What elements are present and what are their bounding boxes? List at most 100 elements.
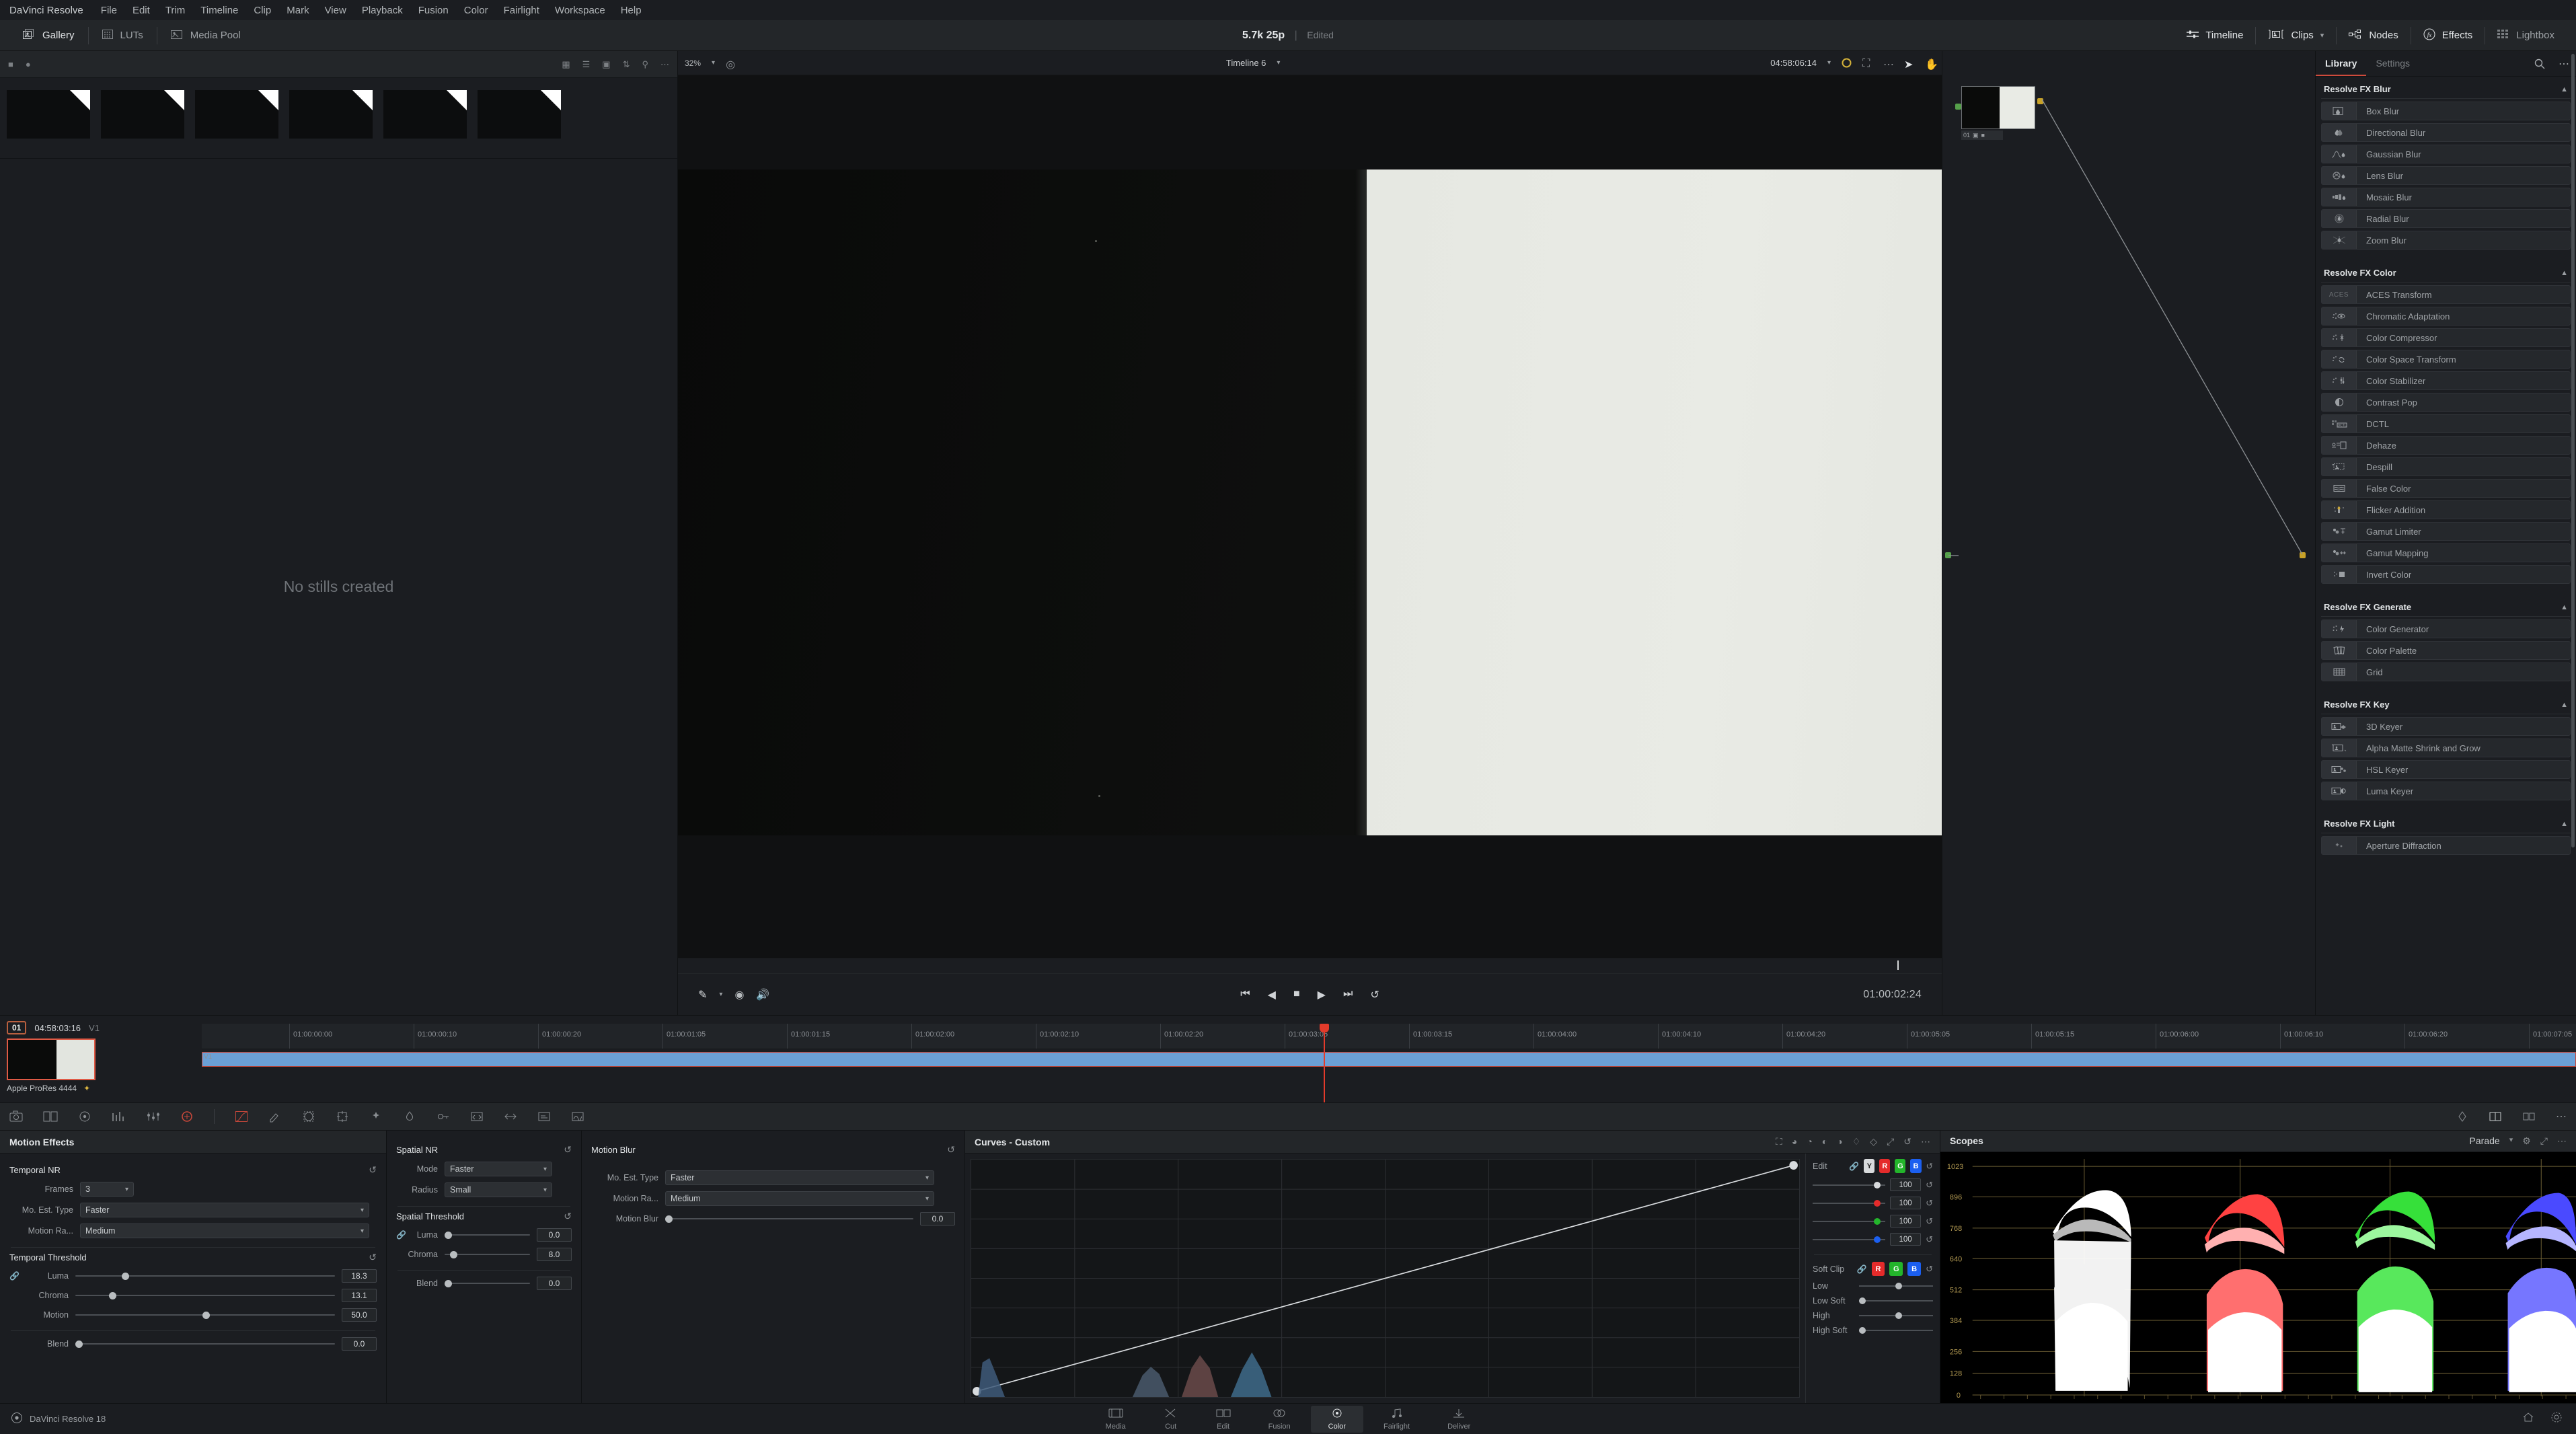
pen-chevron-icon[interactable]: ▾ bbox=[719, 991, 722, 998]
sat-vs-lum-icon[interactable]: ◇ bbox=[1870, 1136, 1877, 1147]
reset-icon[interactable]: ↺ bbox=[564, 1144, 572, 1156]
scopes-more-icon[interactable]: ⋯ bbox=[2557, 1135, 2567, 1147]
fullscreen-icon[interactable]: ⛶ bbox=[1862, 58, 1872, 69]
tab-library[interactable]: Library bbox=[2316, 51, 2367, 76]
chroma-slider[interactable] bbox=[75, 1290, 335, 1301]
channel-g-slider[interactable] bbox=[1813, 1217, 1886, 1226]
scope-display[interactable]: 1023 896 768 640 512 384 256 128 0 bbox=[1940, 1152, 2576, 1403]
clips-toggle-button[interactable]: Clips ▾ bbox=[2256, 20, 2336, 51]
menu-view[interactable]: View bbox=[325, 5, 346, 16]
scopes-icon[interactable] bbox=[571, 1110, 584, 1123]
toolbar-more-icon[interactable]: ⋯ bbox=[2556, 1110, 2567, 1123]
luma-slider[interactable] bbox=[75, 1271, 335, 1281]
channel-r-value[interactable]: 100 bbox=[1890, 1197, 1922, 1209]
blend-value[interactable]: 0.0 bbox=[537, 1277, 572, 1290]
effect-invert-color[interactable]: Invert Color bbox=[2321, 565, 2571, 584]
effect-grid[interactable]: Grid bbox=[2321, 663, 2571, 681]
clip-thumbnail[interactable] bbox=[7, 1039, 96, 1080]
hand-tool-icon[interactable]: ✋ bbox=[1925, 58, 1938, 71]
channel-chip-b[interactable]: B bbox=[1910, 1159, 1922, 1173]
motion-blur-value[interactable]: 0.0 bbox=[920, 1212, 955, 1225]
qualifier-icon[interactable] bbox=[268, 1110, 282, 1123]
luma-value[interactable]: 0.0 bbox=[537, 1228, 572, 1242]
effect-lens-blur[interactable]: Lens Blur bbox=[2321, 166, 2571, 185]
menu-color[interactable]: Color bbox=[464, 5, 488, 16]
timeline-ruler[interactable]: 01:00:00:00 01:00:00:10 01:00:00:20 01:0… bbox=[202, 1024, 2576, 1049]
effect-color-stabilizer[interactable]: Color Stabilizer bbox=[2321, 371, 2571, 390]
effect-false-color[interactable]: False Color bbox=[2321, 479, 2571, 498]
motion-slider[interactable] bbox=[75, 1310, 335, 1320]
effect-alpha-matte-shrink-grow[interactable]: Alpha Matte Shrink and Grow bbox=[2321, 739, 2571, 757]
timeline-chevron-icon[interactable]: ▾ bbox=[1277, 59, 1280, 67]
luts-button[interactable]: LUTs bbox=[89, 20, 157, 51]
luma-slider[interactable] bbox=[445, 1230, 530, 1240]
soft-clip-chip-r[interactable]: R bbox=[1871, 1262, 1885, 1276]
link-icon[interactable]: 🔗 bbox=[1857, 1265, 1867, 1274]
camera-raw-icon[interactable] bbox=[9, 1110, 23, 1123]
zoom-chevron-icon[interactable]: ▾ bbox=[712, 59, 715, 67]
menu-clip[interactable]: Clip bbox=[254, 5, 271, 16]
channel-g-value[interactable]: 100 bbox=[1890, 1215, 1922, 1228]
sizing-icon[interactable] bbox=[470, 1110, 484, 1123]
soft-clip-high-soft-slider[interactable] bbox=[1859, 1326, 1933, 1335]
data-burn-icon[interactable] bbox=[537, 1110, 551, 1123]
gallery-view-icon[interactable]: ▦ bbox=[562, 59, 570, 70]
blend-slider[interactable] bbox=[75, 1338, 335, 1349]
media-pool-button[interactable]: Media Pool bbox=[157, 20, 254, 51]
play-icon[interactable]: ▶ bbox=[1318, 988, 1326, 1002]
menu-fusion[interactable]: Fusion bbox=[418, 5, 449, 16]
frames-select[interactable]: 3 ▾ bbox=[80, 1182, 134, 1197]
effect-dehaze[interactable]: Dehaze bbox=[2321, 436, 2571, 455]
stabilizer-icon[interactable] bbox=[504, 1110, 517, 1123]
pin-icon[interactable]: ■ bbox=[8, 59, 13, 69]
reset-icon[interactable]: ↺ bbox=[1903, 1136, 1911, 1147]
effect-despill[interactable]: Despill bbox=[2321, 457, 2571, 476]
viewer-scrub-playhead[interactable] bbox=[1897, 960, 1899, 970]
channel-r-slider[interactable] bbox=[1813, 1199, 1886, 1208]
effects-scrollbar[interactable] bbox=[2571, 54, 2575, 847]
timeline-clip-track[interactable] bbox=[202, 1052, 2576, 1067]
clips-view-icon[interactable] bbox=[2522, 1110, 2536, 1123]
reset-icon[interactable]: ↺ bbox=[1926, 1216, 1933, 1227]
group-header-key[interactable]: Resolve FX Key ▲ bbox=[2321, 692, 2571, 714]
gallery-thumbnail[interactable] bbox=[478, 90, 561, 139]
channel-chip-r[interactable]: R bbox=[1879, 1159, 1891, 1173]
reset-icon[interactable]: ↺ bbox=[1926, 1198, 1933, 1209]
lightbox-toggle-button[interactable]: Lightbox bbox=[2485, 20, 2567, 51]
page-button-cut[interactable]: Cut bbox=[1146, 1406, 1196, 1433]
gallery-button[interactable]: Gallery bbox=[9, 20, 88, 51]
mo-est-type-select[interactable]: Faster ▾ bbox=[80, 1203, 369, 1217]
motion-value[interactable]: 50.0 bbox=[342, 1308, 377, 1322]
channel-chip-y[interactable]: Y bbox=[1864, 1159, 1875, 1173]
link-icon[interactable]: 🔗 bbox=[1849, 1162, 1859, 1171]
reset-icon[interactable]: ↺ bbox=[369, 1164, 377, 1176]
chevron-up-icon[interactable]: ▲ bbox=[2561, 820, 2568, 828]
channel-y-slider[interactable] bbox=[1813, 1180, 1886, 1190]
expand-icon[interactable]: ⤢ bbox=[1887, 1136, 1894, 1147]
curve-graph[interactable] bbox=[971, 1159, 1800, 1398]
motion-effects-icon[interactable] bbox=[180, 1110, 194, 1123]
page-button-deliver[interactable]: Deliver bbox=[1430, 1406, 1488, 1433]
effects-list[interactable]: Resolve FX Blur ▲ Box Blur Directional B… bbox=[2316, 77, 2576, 1015]
effect-zoom-blur[interactable]: Zoom Blur bbox=[2321, 231, 2571, 250]
magic-mask-icon[interactable] bbox=[369, 1110, 383, 1123]
viewer-more-icon[interactable]: ⋯ bbox=[1883, 58, 1894, 71]
page-button-media[interactable]: Media bbox=[1088, 1406, 1143, 1433]
radius-select[interactable]: Small ▾ bbox=[445, 1182, 552, 1197]
group-header-blur[interactable]: Resolve FX Blur ▲ bbox=[2321, 77, 2571, 99]
reset-icon[interactable]: ↺ bbox=[1926, 1234, 1933, 1245]
timeline-name-label[interactable]: Timeline 6 bbox=[1226, 58, 1266, 68]
hue-vs-sat-icon[interactable]: ◔ bbox=[1807, 1136, 1812, 1147]
menu-trim[interactable]: Trim bbox=[165, 5, 185, 16]
key-icon[interactable] bbox=[437, 1110, 450, 1123]
gallery-thumbnail[interactable] bbox=[7, 90, 90, 139]
effect-mosaic-blur[interactable]: Mosaic Blur bbox=[2321, 188, 2571, 206]
chevron-up-icon[interactable]: ▲ bbox=[2561, 85, 2568, 93]
person-icon[interactable]: ● bbox=[26, 59, 31, 69]
soft-clip-low-slider[interactable] bbox=[1859, 1281, 1933, 1291]
chevron-up-icon[interactable]: ▲ bbox=[2561, 603, 2568, 611]
effect-flicker-addition[interactable]: Flicker Addition bbox=[2321, 500, 2571, 519]
effect-color-generator[interactable]: Color Generator bbox=[2321, 619, 2571, 638]
volume-icon[interactable]: 🔊 bbox=[756, 988, 769, 1002]
rgb-mixer-icon[interactable] bbox=[147, 1110, 160, 1123]
